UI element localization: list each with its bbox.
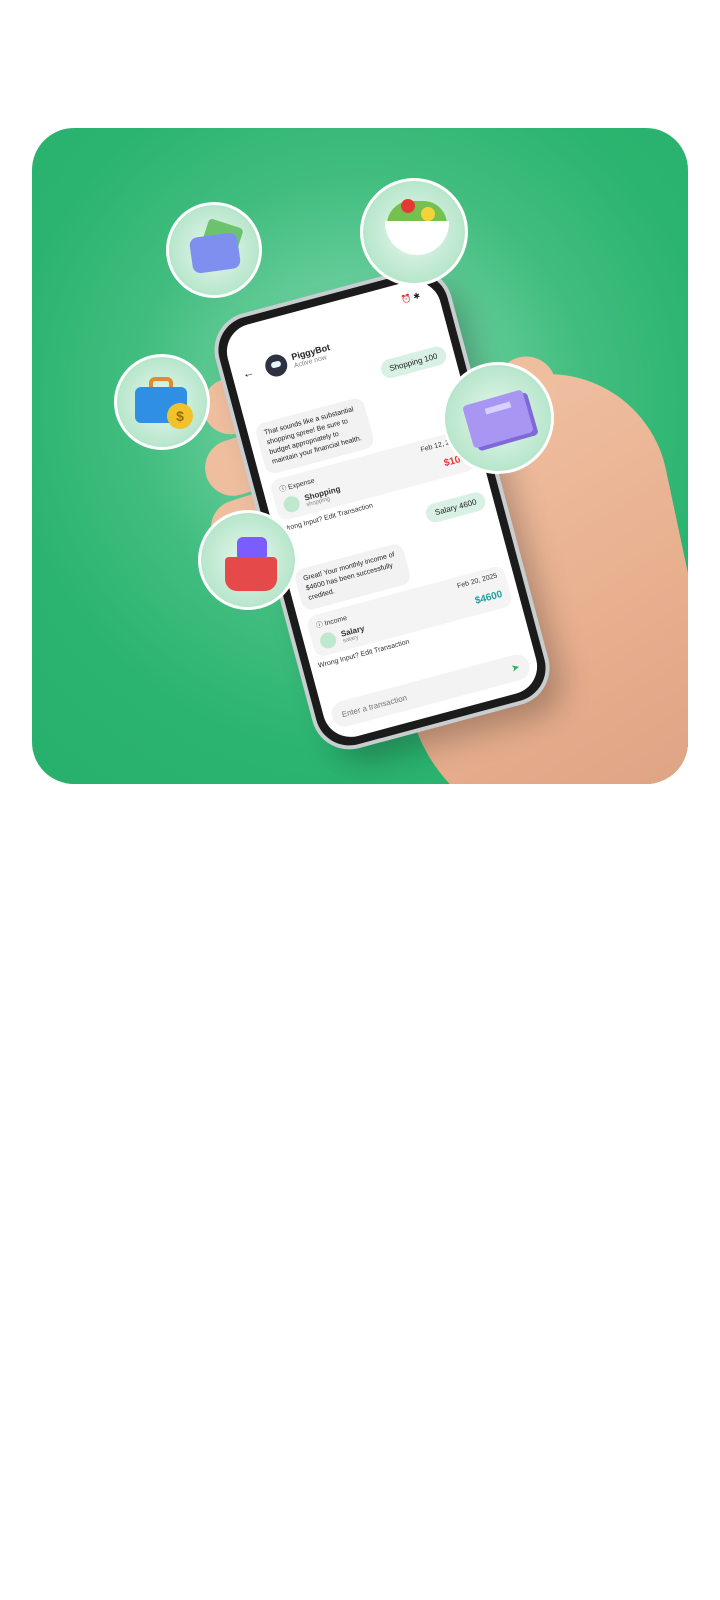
shopping-cart-icon [281,494,302,515]
book-shape [462,389,534,449]
transaction-type: Income [323,614,348,628]
send-icon[interactable]: ➤ [510,661,521,674]
egg-shape [421,207,435,221]
wallet-icon [166,202,262,298]
alarm-icon: ⏰ [400,293,413,305]
user-message: Salary 4600 [423,490,488,525]
transaction-amount: $4600 [473,588,504,607]
basket-shape [225,557,277,591]
transaction-type: Expense [287,477,316,492]
tomato-shape [401,199,415,213]
back-arrow-icon[interactable]: ← [241,363,262,382]
briefcase-coin-icon: $ [114,354,210,450]
phone-mockup: ⏰ ✱ ← PiggyBot Active now Shopping 100 T… [210,264,554,754]
phone-screen: ⏰ ✱ ← PiggyBot Active now Shopping 100 T… [220,274,544,744]
coin-icon: $ [167,403,193,429]
bluetooth-icon: ✱ [412,291,422,302]
bot-avatar [262,352,290,379]
hero-illustration: ⏰ ✱ ← PiggyBot Active now Shopping 100 T… [32,128,688,784]
salad-icon [360,178,468,286]
wallet-shape [188,231,242,275]
status-bar: ⏰ ✱ [401,291,422,305]
bowl-shape [385,221,449,255]
wallet-icon [318,630,338,651]
book-icon [442,362,554,474]
shopping-basket-icon [198,510,298,610]
